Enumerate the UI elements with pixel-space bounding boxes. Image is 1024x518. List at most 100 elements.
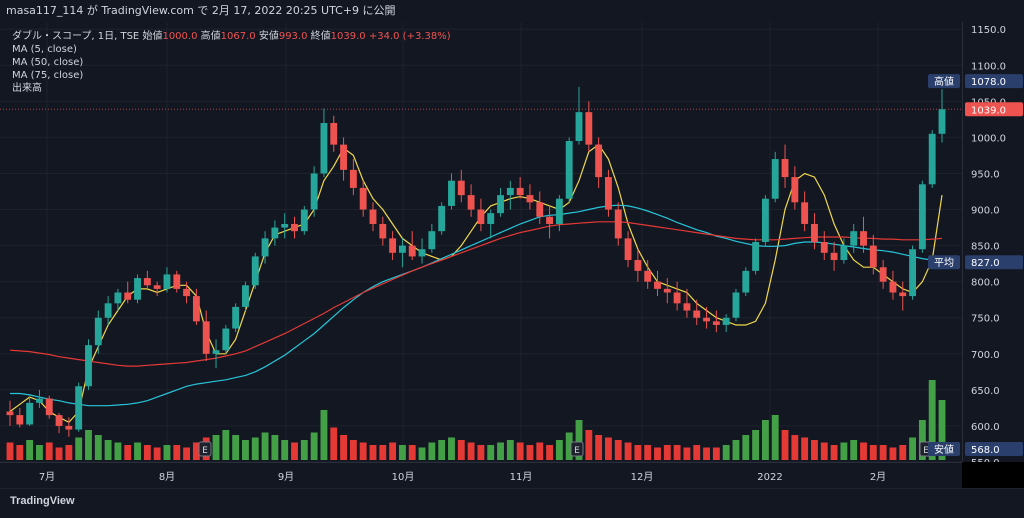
candle-body bbox=[438, 205, 446, 232]
earnings-marker-label: E bbox=[574, 446, 580, 456]
volume-bar bbox=[134, 442, 141, 460]
candle-body bbox=[516, 187, 524, 196]
chart-pane[interactable]: E E E 高値 平均 安値 ダブル・スコープ, 1日, TSE 始値1000.0 高値1… bbox=[0, 22, 962, 462]
candle-body bbox=[605, 177, 612, 210]
legend-high-label: 高値 bbox=[200, 31, 221, 42]
volume-bar bbox=[163, 445, 171, 460]
candle-body bbox=[340, 144, 347, 170]
candle-body bbox=[143, 278, 151, 286]
volume-bar bbox=[703, 447, 710, 460]
volume-bar bbox=[45, 442, 53, 460]
candle-body bbox=[673, 292, 681, 304]
candle-body bbox=[261, 238, 269, 257]
candle-body bbox=[595, 144, 603, 178]
candle-body bbox=[860, 231, 867, 246]
volume-bar bbox=[869, 445, 877, 460]
price-marker-value: 827.0 bbox=[971, 258, 1000, 269]
volume-bar bbox=[232, 435, 240, 460]
candle-body bbox=[781, 159, 789, 178]
legend-indicator-ma5[interactable]: MA (5, close) bbox=[12, 43, 451, 56]
candle-body bbox=[634, 260, 642, 271]
candle-body bbox=[850, 231, 858, 246]
time-tick-label: 7月 bbox=[39, 471, 55, 483]
candle-body bbox=[65, 425, 73, 430]
volume-bar bbox=[899, 445, 907, 460]
price-tick-label: 950.0 bbox=[971, 169, 1000, 180]
candle-body bbox=[820, 242, 828, 253]
volume-bar bbox=[55, 447, 63, 460]
candle-body bbox=[448, 180, 455, 206]
volume-bar bbox=[477, 445, 485, 460]
candle-body bbox=[349, 169, 357, 188]
volume-bar bbox=[585, 430, 593, 460]
candle-body bbox=[26, 402, 34, 425]
candle-body bbox=[869, 245, 877, 268]
price-scale[interactable]: 1150.01100.01050.01000.0950.0900.0850.08… bbox=[962, 22, 1024, 469]
candle-body bbox=[801, 202, 809, 224]
candle-body bbox=[104, 303, 112, 318]
candle-body bbox=[300, 209, 308, 232]
volume-bar bbox=[242, 440, 249, 460]
candle-body bbox=[75, 386, 83, 430]
volume-bar bbox=[183, 447, 191, 460]
candle-body bbox=[497, 195, 504, 214]
candle-body bbox=[94, 317, 102, 346]
volume-bar bbox=[153, 447, 161, 460]
volume-bar bbox=[614, 440, 622, 460]
volume-bar bbox=[85, 430, 92, 460]
volume-bar bbox=[389, 442, 397, 460]
volume-bar bbox=[124, 445, 132, 460]
volume-bar bbox=[752, 430, 760, 460]
price-marker-value: 1078.0 bbox=[971, 77, 1006, 88]
volume-bar bbox=[75, 437, 83, 460]
price-marker-tag-label: 平均 bbox=[934, 257, 954, 269]
price-marker-tag-label: 安値 bbox=[934, 443, 954, 456]
legend-indicator-volume[interactable]: 出来高 bbox=[12, 82, 451, 95]
volume-bar bbox=[6, 442, 14, 460]
price-tick-label: 1150.0 bbox=[971, 25, 1006, 36]
candle-body bbox=[232, 306, 240, 329]
volume-bar bbox=[281, 440, 289, 460]
legend-indicator-ma50[interactable]: MA (50, close) bbox=[12, 56, 451, 69]
volume-bar bbox=[909, 437, 917, 460]
price-tick-label: 800.0 bbox=[971, 278, 1000, 289]
volume-bar bbox=[398, 445, 406, 460]
volume-bar bbox=[624, 442, 632, 460]
time-scale[interactable]: 7月 8月 9月 10月 11月 12月 2022 2月 bbox=[0, 462, 962, 488]
candle-body bbox=[477, 209, 485, 224]
volume-bar bbox=[781, 430, 789, 460]
volume-bar bbox=[732, 440, 740, 460]
candle-body bbox=[369, 209, 377, 224]
price-tick-label: 600.0 bbox=[971, 422, 1000, 433]
candle-body bbox=[291, 223, 298, 232]
volume-bar bbox=[428, 442, 436, 460]
candle-body bbox=[153, 285, 161, 289]
time-scale-svg: 7月 8月 9月 10月 11月 12月 2022 2月 bbox=[39, 471, 886, 483]
volume-bar bbox=[212, 435, 220, 460]
legend-indicator-ma75[interactable]: MA (75, close) bbox=[12, 69, 451, 82]
candle-body bbox=[222, 328, 230, 351]
candle-body bbox=[732, 292, 740, 318]
candle-body bbox=[173, 274, 181, 289]
candle-body bbox=[938, 109, 946, 134]
candle-body bbox=[114, 292, 122, 304]
legend-symbol: ダブル・スコープ, 1日, TSE bbox=[12, 31, 140, 42]
volume-bar bbox=[65, 445, 73, 460]
candle-body bbox=[624, 238, 632, 261]
price-tick-label: 700.0 bbox=[971, 350, 1000, 361]
candle-body bbox=[928, 133, 936, 185]
volume-bar bbox=[830, 445, 838, 460]
candle-body bbox=[575, 112, 583, 142]
candle-body bbox=[585, 112, 593, 145]
publish-text: masa117_114 が TradingView.com で 2月 17, 2… bbox=[6, 4, 396, 17]
volume-bar bbox=[487, 445, 495, 460]
price-marker-value: 1039.0 bbox=[971, 105, 1006, 116]
volume-bar bbox=[673, 445, 681, 460]
volume-bar bbox=[644, 445, 652, 460]
volume-bar bbox=[683, 447, 691, 460]
candle-body bbox=[879, 267, 887, 282]
candle-body bbox=[722, 317, 730, 325]
volume-bar bbox=[467, 442, 475, 460]
candle-body bbox=[310, 173, 318, 210]
volume-bar bbox=[605, 437, 612, 460]
